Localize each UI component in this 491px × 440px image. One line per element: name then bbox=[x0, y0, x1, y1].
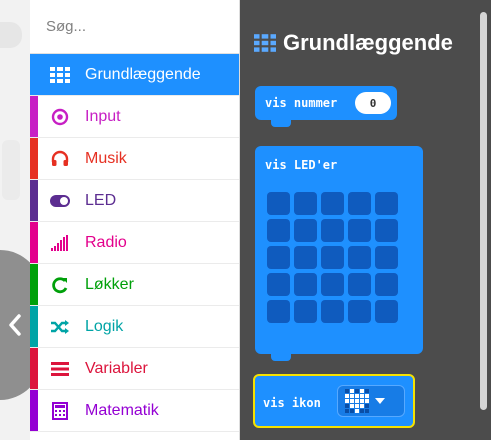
led-cell[interactable] bbox=[321, 273, 344, 296]
led-cell[interactable] bbox=[321, 246, 344, 269]
headphones-icon bbox=[50, 150, 70, 168]
category-input[interactable]: Input bbox=[30, 96, 239, 138]
category-color-bar bbox=[30, 138, 38, 179]
category-logik[interactable]: Logik bbox=[30, 306, 239, 348]
category-color-bar bbox=[30, 264, 38, 305]
led-cell[interactable] bbox=[294, 300, 317, 323]
category-label: Musik bbox=[85, 149, 127, 167]
block-connector bbox=[271, 353, 291, 361]
led-cell[interactable] bbox=[267, 273, 290, 296]
shuffle-icon bbox=[50, 318, 70, 336]
led-cell[interactable] bbox=[348, 300, 371, 323]
category-color-bar bbox=[30, 96, 38, 137]
search-bar bbox=[30, 0, 247, 54]
led-cell[interactable] bbox=[375, 273, 398, 296]
led-cell[interactable] bbox=[321, 192, 344, 215]
led-cell[interactable] bbox=[267, 219, 290, 242]
flyout-scrollbar[interactable] bbox=[480, 12, 487, 410]
category-color-bar bbox=[30, 222, 38, 263]
category-label: Løkker bbox=[85, 275, 134, 293]
led-cell[interactable] bbox=[348, 273, 371, 296]
heart-icon bbox=[345, 389, 369, 413]
toggle-icon bbox=[50, 192, 70, 210]
icon-dropdown[interactable] bbox=[337, 385, 405, 417]
led-cell[interactable] bbox=[267, 246, 290, 269]
target-icon bbox=[50, 108, 70, 126]
show-icon-block[interactable]: vis ikon bbox=[253, 374, 415, 428]
flyout-title: Grundlæggende bbox=[283, 30, 453, 55]
led-cell[interactable] bbox=[375, 246, 398, 269]
block-label: vis ikon bbox=[263, 396, 321, 410]
led-cell[interactable] bbox=[267, 192, 290, 215]
category-variabler[interactable]: Variabler bbox=[30, 348, 239, 390]
category-color-bar bbox=[30, 306, 38, 347]
grid-icon bbox=[50, 66, 70, 84]
category-loekker[interactable]: Løkker bbox=[30, 264, 239, 306]
led-cell[interactable] bbox=[321, 300, 344, 323]
category-label: Logik bbox=[85, 317, 124, 335]
led-cell[interactable] bbox=[375, 192, 398, 215]
led-cell[interactable] bbox=[294, 246, 317, 269]
category-label: Radio bbox=[85, 233, 127, 251]
category-matematik[interactable]: Matematik bbox=[30, 390, 239, 432]
loop-arrow-icon bbox=[50, 276, 70, 294]
category-label: Variabler bbox=[85, 359, 148, 377]
show-leds-block[interactable]: vis LED'er bbox=[255, 146, 423, 361]
category-led[interactable]: LED bbox=[30, 180, 239, 222]
number-input[interactable]: 0 bbox=[355, 92, 391, 114]
led-cell[interactable] bbox=[348, 219, 371, 242]
flyout-header: Grundlæggende bbox=[254, 30, 453, 56]
category-grundlaeggende[interactable]: Grundlæggende bbox=[30, 54, 239, 96]
category-musik[interactable]: Musik bbox=[30, 138, 239, 180]
led-cell[interactable] bbox=[348, 192, 371, 215]
category-label: LED bbox=[85, 191, 117, 209]
grid-icon bbox=[254, 34, 276, 52]
category-label: Input bbox=[85, 107, 121, 125]
category-color-bar bbox=[30, 348, 38, 389]
led-cell[interactable] bbox=[375, 219, 398, 242]
show-number-block[interactable]: vis nummer 0 bbox=[255, 86, 397, 127]
category-radio[interactable]: Radio bbox=[30, 222, 239, 264]
calculator-icon bbox=[50, 401, 70, 420]
category-label: Grundlæggende bbox=[85, 65, 201, 83]
led-cell[interactable] bbox=[267, 300, 290, 323]
workspace-shape bbox=[2, 140, 20, 200]
category-color-bar bbox=[30, 390, 38, 431]
toolbox: Grundlæggende Input Musik bbox=[30, 0, 247, 440]
led-cell[interactable] bbox=[348, 246, 371, 269]
block-label: vis LED'er bbox=[265, 158, 338, 172]
list-lines-icon bbox=[50, 360, 70, 378]
workspace-edge bbox=[0, 0, 42, 440]
category-color-bar bbox=[30, 180, 38, 221]
block-label: vis nummer bbox=[265, 96, 338, 110]
category-label: Matematik bbox=[85, 401, 159, 419]
led-cell[interactable] bbox=[294, 219, 317, 242]
category-color-bar bbox=[30, 54, 38, 95]
search-input[interactable] bbox=[44, 17, 247, 36]
block-connector bbox=[271, 119, 291, 127]
chevron-down-icon bbox=[375, 398, 385, 404]
signal-bars-icon bbox=[50, 234, 70, 252]
led-cell[interactable] bbox=[321, 219, 344, 242]
led-cell[interactable] bbox=[294, 192, 317, 215]
led-grid bbox=[267, 192, 398, 323]
workspace-shape bbox=[0, 22, 22, 48]
chevron-left-icon bbox=[9, 314, 21, 336]
led-cell[interactable] bbox=[375, 300, 398, 323]
led-cell[interactable] bbox=[294, 273, 317, 296]
